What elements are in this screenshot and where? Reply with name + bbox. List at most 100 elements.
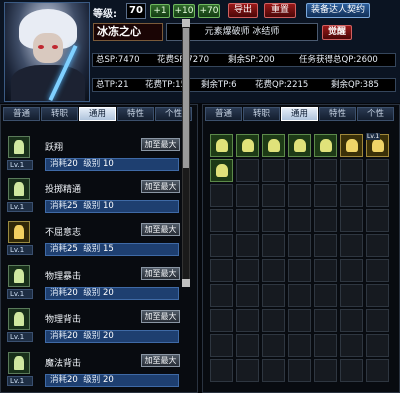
skill-item[interactable]: Lv.1 不屈意志 加至最大 消耗25 级别 15 <box>5 221 181 261</box>
grid-cell[interactable] <box>314 359 337 382</box>
grid-cell[interactable] <box>236 309 259 332</box>
skill-item[interactable]: Lv.1 跃翔 加至最大 消耗20 级别 10 <box>5 136 181 176</box>
grid-cell[interactable] <box>366 159 389 182</box>
grid-cell[interactable] <box>366 284 389 307</box>
grid-cell[interactable] <box>210 259 233 282</box>
grid-cell[interactable] <box>314 334 337 357</box>
grid-cell[interactable] <box>288 334 311 357</box>
right-tab-advance[interactable]: 转职 <box>243 107 280 121</box>
right-tab-normal[interactable]: 普通 <box>205 107 242 121</box>
grid-cell[interactable] <box>210 184 233 207</box>
grid-cell[interactable] <box>236 259 259 282</box>
grid-cell[interactable] <box>262 359 285 382</box>
reset-button[interactable]: 重置 <box>264 3 296 18</box>
grid-skill-icon[interactable] <box>288 134 311 157</box>
grid-cell[interactable] <box>262 284 285 307</box>
max-level-button[interactable]: 加至最大 <box>141 310 180 323</box>
right-tab-personal[interactable]: 个性 <box>357 107 394 121</box>
grid-skill-icon[interactable] <box>314 134 337 157</box>
right-tab-trait[interactable]: 特性 <box>319 107 356 121</box>
grid-cell[interactable] <box>262 159 285 182</box>
grid-cell[interactable] <box>210 234 233 257</box>
grid-cell[interactable] <box>366 259 389 282</box>
grid-skill-icon[interactable] <box>236 134 259 157</box>
grid-cell[interactable] <box>288 359 311 382</box>
grid-cell[interactable] <box>288 159 311 182</box>
grid-skill-icon[interactable] <box>210 134 233 157</box>
grid-cell[interactable] <box>340 334 363 357</box>
grid-cell[interactable] <box>366 309 389 332</box>
grid-cell[interactable] <box>236 284 259 307</box>
grid-cell[interactable] <box>340 284 363 307</box>
grid-cell[interactable] <box>210 284 233 307</box>
grid-skill-icon[interactable] <box>262 134 285 157</box>
plus1-button[interactable]: +1 <box>150 4 170 18</box>
grid-cell[interactable] <box>236 159 259 182</box>
grid-cell[interactable] <box>262 234 285 257</box>
grid-cell[interactable] <box>210 359 233 382</box>
grid-cell[interactable] <box>288 284 311 307</box>
grid-cell[interactable] <box>340 309 363 332</box>
grid-cell[interactable] <box>236 209 259 232</box>
grid-cell[interactable] <box>262 184 285 207</box>
scroll-thumb[interactable] <box>183 28 189 168</box>
grid-cell[interactable] <box>288 309 311 332</box>
grid-cell[interactable] <box>314 184 337 207</box>
grid-cell[interactable] <box>314 259 337 282</box>
skill-item[interactable]: Lv.1 投掷精通 加至最大 消耗25 级别 10 <box>5 178 181 218</box>
plus70-button[interactable]: +70 <box>198 4 220 18</box>
grid-cell[interactable] <box>340 234 363 257</box>
grid-cell[interactable] <box>210 334 233 357</box>
grid-cell[interactable] <box>340 259 363 282</box>
grid-cell[interactable] <box>236 334 259 357</box>
grid-cell[interactable] <box>340 209 363 232</box>
grid-cell[interactable] <box>262 259 285 282</box>
grid-cell[interactable] <box>340 184 363 207</box>
grid-cell[interactable] <box>340 359 363 382</box>
grid-cell[interactable] <box>236 184 259 207</box>
grid-cell[interactable] <box>366 234 389 257</box>
left-tab-normal[interactable]: 普通 <box>3 107 40 121</box>
grid-cell[interactable] <box>366 359 389 382</box>
grid-cell[interactable] <box>314 309 337 332</box>
grid-skill-icon[interactable] <box>210 159 233 182</box>
max-level-button[interactable]: 加至最大 <box>141 267 180 280</box>
contract-button[interactable]: 装备达人契约 <box>306 3 370 18</box>
right-tab-common[interactable]: 通用 <box>281 107 318 121</box>
grid-cell[interactable] <box>236 234 259 257</box>
grid-cell[interactable] <box>366 334 389 357</box>
grid-cell[interactable] <box>262 209 285 232</box>
skill-item[interactable]: Lv.1 物理暴击 加至最大 消耗20 级别 20 <box>5 265 181 305</box>
grid-cell[interactable] <box>288 209 311 232</box>
grid-cell[interactable] <box>236 359 259 382</box>
grid-cell[interactable] <box>366 209 389 232</box>
grid-cell[interactable] <box>210 209 233 232</box>
grid-cell[interactable] <box>262 334 285 357</box>
awaken-button[interactable]: 觉醒 <box>322 25 352 40</box>
grid-cell[interactable] <box>210 309 233 332</box>
export-button[interactable]: 导出 <box>228 3 258 18</box>
grid-cell[interactable] <box>314 159 337 182</box>
left-tab-trait[interactable]: 特性 <box>117 107 154 121</box>
grid-cell[interactable] <box>366 184 389 207</box>
skill-item[interactable]: Lv.1 魔法背击 加至最大 消耗20 级别 20 <box>5 352 181 392</box>
grid-cell[interactable] <box>340 159 363 182</box>
max-level-button[interactable]: 加至最大 <box>141 138 180 151</box>
max-level-button[interactable]: 加至最大 <box>141 223 180 236</box>
grid-cell[interactable] <box>288 259 311 282</box>
level-value[interactable]: 70 <box>126 3 146 19</box>
grid-cell[interactable] <box>288 234 311 257</box>
grid-cell[interactable] <box>314 209 337 232</box>
grid-cell[interactable] <box>262 309 285 332</box>
left-tab-advance[interactable]: 转职 <box>41 107 78 121</box>
scroll-up-arrow-icon[interactable] <box>182 19 190 27</box>
grid-cell[interactable] <box>288 184 311 207</box>
max-level-button[interactable]: 加至最大 <box>141 180 180 193</box>
grid-cell[interactable] <box>314 284 337 307</box>
grid-skill-icon[interactable] <box>340 134 363 157</box>
skill-item[interactable]: Lv.1 物理背击 加至最大 消耗20 级别 20 <box>5 308 181 348</box>
plus10-button[interactable]: +10 <box>173 4 195 18</box>
max-level-button[interactable]: 加至最大 <box>141 354 180 367</box>
scroll-down-arrow-icon[interactable] <box>182 279 190 287</box>
left-tab-common[interactable]: 通用 <box>79 107 116 121</box>
